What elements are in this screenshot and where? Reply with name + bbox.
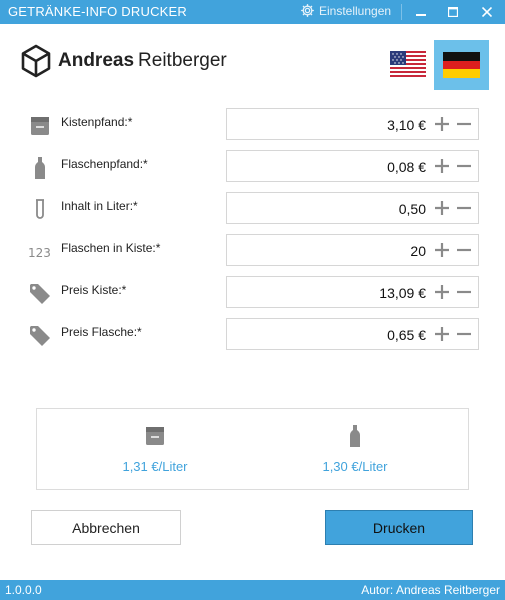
preis-kiste-input[interactable]: 13,09 € <box>226 276 479 308</box>
field-value[interactable]: 0,65 € <box>387 327 426 343</box>
flaschenpfand-input[interactable]: 0,08 € <box>226 150 479 182</box>
test-tube-icon <box>28 198 52 222</box>
flaschen-in-kiste-input[interactable]: 20 <box>226 234 479 266</box>
minimize-button[interactable] <box>406 0 436 24</box>
field-label: Preis Kiste:* <box>61 283 127 297</box>
title-separator <box>401 4 402 20</box>
flag-de-icon <box>443 52 480 78</box>
field-value[interactable]: 20 <box>410 243 426 259</box>
minus-icon <box>457 332 471 336</box>
plus-icon <box>435 201 449 215</box>
brand-name: Andreas Reitberger <box>58 50 227 72</box>
minus-icon <box>457 122 471 126</box>
plus-icon <box>435 159 449 173</box>
price-tag-icon <box>28 324 52 348</box>
decrement-button[interactable] <box>453 235 475 265</box>
settings-label: Einstellungen <box>319 3 392 18</box>
inhalt-input[interactable]: 0,50 <box>226 192 479 224</box>
increment-button[interactable] <box>431 109 453 139</box>
minus-icon <box>457 206 471 210</box>
result-crate: 1,31 €/Liter <box>85 423 225 474</box>
field-row-kistenpfand: Kistenpfand:* 3,10 € <box>28 108 488 142</box>
field-value[interactable]: 13,09 € <box>379 285 426 301</box>
print-button[interactable]: Drucken <box>325 510 473 545</box>
field-label: Kistenpfand:* <box>61 115 133 129</box>
decrement-button[interactable] <box>453 277 475 307</box>
window-title: GETRÄNKE-INFO DRUCKER <box>8 4 187 19</box>
title-bar: GETRÄNKE-INFO DRUCKER Einstellungen <box>0 0 505 24</box>
status-bar: 1.0.0.0 Autor: Andreas Reitberger <box>0 580 505 600</box>
brand-logo: Andreas Reitberger <box>20 44 227 78</box>
field-row-flaschen-in-kiste: 123 Flaschen in Kiste:* 20 <box>28 234 488 268</box>
svg-text:123: 123 <box>28 246 51 259</box>
field-value[interactable]: 0,50 <box>399 201 426 217</box>
bottle-price-per-liter: 1,30 €/Liter <box>322 459 388 474</box>
field-row-preis-flasche: Preis Flasche:* 0,65 € <box>28 318 488 352</box>
author-label: Autor: Andreas Reitberger <box>361 583 500 597</box>
field-label: Flaschen in Kiste:* <box>61 241 161 255</box>
crate-icon <box>85 423 225 449</box>
close-icon <box>482 7 492 17</box>
price-tag-icon <box>28 282 52 306</box>
increment-button[interactable] <box>431 319 453 349</box>
bottle-icon <box>28 156 52 180</box>
increment-button[interactable] <box>431 193 453 223</box>
field-label: Preis Flasche:* <box>61 325 142 339</box>
language-english-button[interactable] <box>390 51 426 77</box>
increment-button[interactable] <box>431 277 453 307</box>
minus-icon <box>457 248 471 252</box>
bottle-icon <box>285 423 425 449</box>
minimize-icon <box>416 14 426 16</box>
plus-icon <box>435 285 449 299</box>
decrement-button[interactable] <box>453 319 475 349</box>
plus-icon <box>435 243 449 257</box>
hexagon-cube-icon <box>21 44 51 78</box>
field-value[interactable]: 0,08 € <box>387 159 426 175</box>
field-label: Flaschenpfand:* <box>61 157 148 171</box>
language-german-button[interactable] <box>434 40 489 90</box>
decrement-button[interactable] <box>453 109 475 139</box>
brand-last-name: Reitberger <box>138 50 227 71</box>
field-value[interactable]: 3,10 € <box>387 117 426 133</box>
preis-flasche-input[interactable]: 0,65 € <box>226 318 479 350</box>
crate-price-per-liter: 1,31 €/Liter <box>122 459 188 474</box>
plus-icon <box>435 117 449 131</box>
numbers-icon: 123 <box>28 240 52 264</box>
field-label: Inhalt in Liter:* <box>61 199 138 213</box>
gear-icon <box>301 4 314 17</box>
minus-icon <box>457 164 471 168</box>
increment-button[interactable] <box>431 235 453 265</box>
crate-icon <box>28 114 52 138</box>
settings-button[interactable]: Einstellungen <box>300 3 391 18</box>
version-label: 1.0.0.0 <box>5 583 42 597</box>
field-row-preis-kiste: Preis Kiste:* 13,09 € <box>28 276 488 310</box>
field-row-inhalt: Inhalt in Liter:* 0,50 <box>28 192 488 226</box>
increment-button[interactable] <box>431 151 453 181</box>
flag-us-icon <box>390 51 426 77</box>
close-button[interactable] <box>472 0 502 24</box>
minus-icon <box>457 290 471 294</box>
field-row-flaschenpfand: Flaschenpfand:* 0,08 € <box>28 150 488 184</box>
decrement-button[interactable] <box>453 151 475 181</box>
maximize-button[interactable] <box>438 0 468 24</box>
kistenpfand-input[interactable]: 3,10 € <box>226 108 479 140</box>
decrement-button[interactable] <box>453 193 475 223</box>
plus-icon <box>435 327 449 341</box>
brand-first-name: Andreas <box>58 50 135 71</box>
cancel-button[interactable]: Abbrechen <box>31 510 181 545</box>
result-summary: 1,31 €/Liter 1,30 €/Liter <box>36 408 469 490</box>
maximize-icon <box>448 7 458 17</box>
result-bottle: 1,30 €/Liter <box>285 423 425 474</box>
